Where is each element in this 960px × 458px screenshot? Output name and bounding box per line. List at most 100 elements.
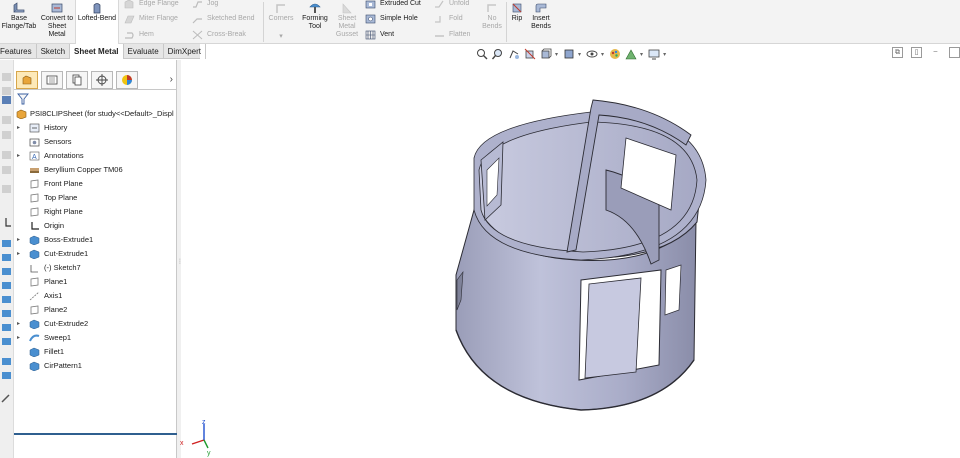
tree-item[interactable]: Axis1: [14, 289, 177, 303]
chevron-down-icon[interactable]: ▾: [601, 51, 604, 58]
tree-item[interactable]: Plane1: [14, 275, 177, 289]
extrude-icon[interactable]: [1, 238, 12, 248]
restore-icon[interactable]: ⧉: [892, 47, 903, 58]
text-icon[interactable]: [1, 95, 12, 105]
insert-bends-button[interactable]: Insert Bends: [527, 0, 555, 44]
expand-arrow-icon[interactable]: ▸: [17, 149, 25, 163]
view-settings-icon[interactable]: [647, 48, 660, 60]
tree-item[interactable]: (-) Sketch7: [14, 261, 177, 275]
tree-item[interactable]: ▸ History: [14, 121, 177, 135]
tree-root[interactable]: PSI8CLIPSheet (for study<<Default>_Displ: [14, 107, 177, 121]
view-orientation-icon[interactable]: [539, 48, 552, 60]
feature-icon[interactable]: [1, 184, 12, 194]
zoom-to-area-icon[interactable]: [491, 48, 504, 60]
extrude-icon[interactable]: [1, 280, 12, 290]
chevron-down-icon[interactable]: ▾: [640, 51, 643, 58]
corners-dropdown-icon[interactable]: ▾: [279, 33, 283, 41]
fold-button[interactable]: Fold: [434, 12, 463, 25]
miter-flange-button[interactable]: Miter Flange: [124, 12, 178, 25]
chevron-right-icon[interactable]: ›: [170, 74, 173, 85]
extrude-icon[interactable]: [1, 322, 12, 332]
tab-configuration-manager[interactable]: [66, 71, 88, 89]
edit-appearance-icon[interactable]: [608, 48, 621, 60]
tab-features[interactable]: Features: [0, 44, 37, 59]
jog-button[interactable]: Jog: [192, 0, 218, 10]
vent-button[interactable]: Vent: [365, 28, 394, 41]
extrude-icon[interactable]: [1, 294, 12, 304]
tree-item[interactable]: Sensors: [14, 135, 177, 149]
expand-arrow-icon[interactable]: ▸: [17, 121, 25, 135]
extruded-cut-button[interactable]: Extruded Cut: [365, 0, 421, 10]
convert-to-sheet-metal-button[interactable]: Convert to Sheet Metal: [39, 0, 75, 44]
expand-arrow-icon[interactable]: ▸: [17, 233, 25, 247]
section-view-icon[interactable]: [523, 48, 536, 60]
tree-item[interactable]: ▸ Cut-Extrude2: [14, 317, 177, 331]
no-bends-button[interactable]: No Bends: [479, 0, 505, 44]
origin-icon[interactable]: [1, 217, 12, 227]
tab-sketch[interactable]: Sketch: [37, 44, 71, 59]
hem-button[interactable]: Hem: [124, 28, 154, 41]
hide-show-items-icon[interactable]: [585, 48, 598, 60]
tree-item[interactable]: Plane2: [14, 303, 177, 317]
base-flange-button[interactable]: Base Flange/Tab: [0, 0, 38, 44]
feature-icon[interactable]: [1, 130, 12, 140]
sheet-metal-gusset-button[interactable]: Sheet Metal Gusset: [332, 0, 362, 44]
sketched-bend-button[interactable]: Sketched Bend: [192, 12, 254, 25]
tile-icon[interactable]: ▯: [911, 47, 922, 58]
minimize-icon[interactable]: –: [930, 47, 941, 58]
extrude-icon[interactable]: [1, 370, 12, 380]
apply-scene-icon[interactable]: [624, 48, 637, 60]
forming-tool-button[interactable]: Forming Tool: [298, 0, 332, 44]
tab-dimxpert[interactable]: DimXpert: [164, 44, 206, 59]
display-style-icon[interactable]: [562, 48, 575, 60]
filter-icon[interactable]: [17, 93, 29, 105]
tree-item[interactable]: ▸ A Annotations: [14, 149, 177, 163]
tree-item[interactable]: Beryllium Copper TM06: [14, 163, 177, 177]
extrude-icon[interactable]: [1, 266, 12, 276]
tree-item[interactable]: Origin: [14, 219, 177, 233]
tab-sheet-metal[interactable]: Sheet Metal: [70, 44, 124, 59]
expand-arrow-icon[interactable]: ▸: [17, 247, 25, 261]
sheet-metal-clip-model[interactable]: [181, 60, 960, 458]
tab-dimxpert-manager[interactable]: [91, 71, 113, 89]
extrude-icon[interactable]: [1, 308, 12, 318]
rollback-bar[interactable]: [14, 433, 190, 435]
chevron-down-icon[interactable]: ▾: [663, 51, 666, 58]
expand-arrow-icon[interactable]: ▸: [17, 317, 25, 331]
extrude-icon[interactable]: [1, 336, 12, 346]
tree-item[interactable]: ▸ Cut-Extrude1: [14, 247, 177, 261]
chevron-down-icon[interactable]: ▾: [555, 51, 558, 58]
graphics-area[interactable]: [181, 60, 960, 458]
pencil-icon[interactable]: [1, 393, 12, 403]
unfold-button[interactable]: Unfold: [434, 0, 469, 10]
feature-icon[interactable]: [1, 150, 12, 160]
tree-item[interactable]: ▸ Boss-Extrude1: [14, 233, 177, 247]
tree-item[interactable]: Right Plane: [14, 205, 177, 219]
feature-icon[interactable]: [1, 165, 12, 175]
extrude-icon[interactable]: [1, 252, 12, 262]
expand-arrow-icon[interactable]: ▸: [17, 331, 25, 345]
chevron-down-icon[interactable]: ▾: [578, 51, 581, 58]
previous-view-icon[interactable]: [507, 48, 520, 60]
flatten-button[interactable]: Flatten: [434, 28, 470, 41]
tree-item[interactable]: ▸ Sweep1: [14, 331, 177, 345]
extrude-icon[interactable]: [1, 356, 12, 366]
edge-flange-button[interactable]: Edge Flange: [124, 0, 179, 10]
smart-dimension-icon[interactable]: [1, 72, 12, 82]
tab-display-manager[interactable]: [116, 71, 138, 89]
tree-item[interactable]: CirPattern1: [14, 359, 177, 373]
simple-hole-button[interactable]: Simple Hole: [365, 12, 418, 25]
tree-item[interactable]: Top Plane: [14, 191, 177, 205]
lofted-bend-button[interactable]: Lofted-Bend: [75, 0, 119, 44]
maximize-icon[interactable]: [949, 47, 960, 58]
tab-feature-tree[interactable]: [16, 71, 38, 89]
cross-break-button[interactable]: Cross-Break: [192, 28, 246, 41]
rip-button[interactable]: Rip: [508, 0, 526, 44]
corners-button[interactable]: Corners ▾: [265, 0, 297, 44]
tree-item[interactable]: Front Plane: [14, 177, 177, 191]
tree-item[interactable]: Fillet1: [14, 345, 177, 359]
feature-icon[interactable]: [1, 115, 12, 125]
zoom-to-fit-icon[interactable]: [475, 48, 488, 60]
tab-property-manager[interactable]: [41, 71, 63, 89]
tab-evaluate[interactable]: Evaluate: [124, 44, 164, 59]
